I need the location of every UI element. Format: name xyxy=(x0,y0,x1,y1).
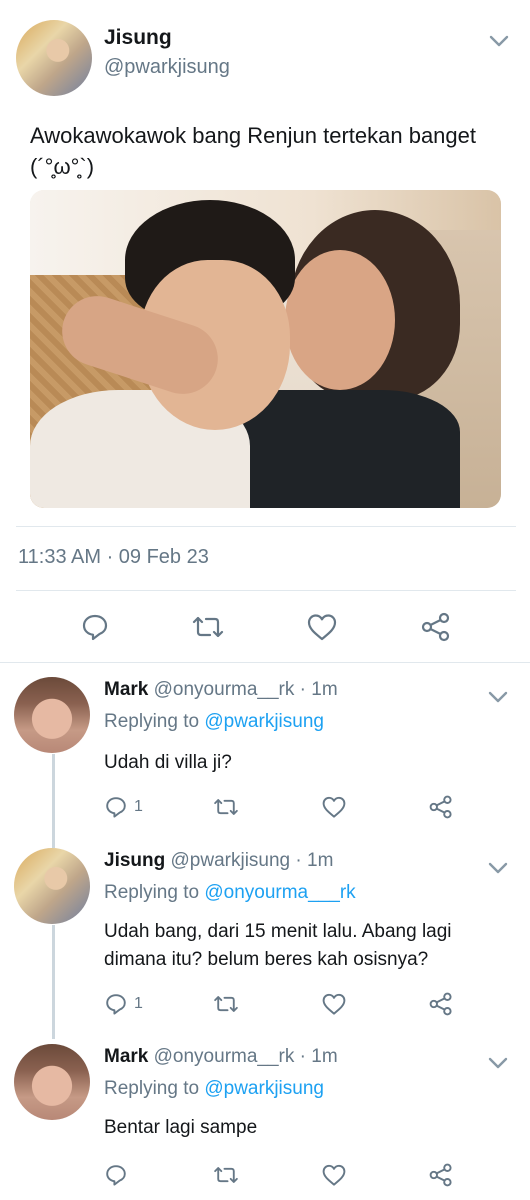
heart-icon xyxy=(321,992,347,1016)
share-icon xyxy=(420,612,452,642)
avatar[interactable] xyxy=(14,848,90,924)
retweet-icon xyxy=(212,992,240,1016)
chevron-down-icon[interactable] xyxy=(485,1050,511,1076)
replying-to: Replying to @pwarkjisung xyxy=(104,711,324,733)
reply-text: Bentar lagi sampe xyxy=(104,1117,258,1138)
retweet-button[interactable] xyxy=(212,795,240,819)
reply-icon xyxy=(104,1163,128,1187)
reply-icon xyxy=(104,795,128,819)
share-icon xyxy=(428,1163,454,1187)
reply-header: Mark @onyourma__rk · 1m xyxy=(104,1046,338,1068)
retweet-button[interactable] xyxy=(212,1163,240,1187)
reply-header: Mark @onyourma__rk · 1m xyxy=(104,679,338,701)
avatar[interactable] xyxy=(14,1044,90,1120)
like-button[interactable] xyxy=(321,1163,347,1187)
retweet-button[interactable] xyxy=(212,992,240,1016)
like-button[interactable] xyxy=(321,992,347,1016)
replying-to: Replying to @onyourma___rk xyxy=(104,882,356,904)
mention-link[interactable]: @onyourma___rk xyxy=(204,882,355,903)
reply-author-name[interactable]: Mark xyxy=(104,1046,148,1067)
heart-icon xyxy=(306,612,338,642)
reply-author-name[interactable]: Mark xyxy=(104,679,148,700)
author-name[interactable]: Jisung xyxy=(104,26,172,50)
retweet-icon xyxy=(212,1163,240,1187)
reply-author-handle[interactable]: @pwarkjisung xyxy=(171,850,291,871)
share-button[interactable] xyxy=(420,612,452,642)
reply-time: · 1m xyxy=(295,850,334,871)
replying-label: Replying to xyxy=(104,1078,200,1099)
tweet-header: Jisung @pwarkjisung xyxy=(16,20,516,100)
replying-to: Replying to @pwarkjisung xyxy=(104,1078,324,1100)
reply-time: · 1m xyxy=(299,679,338,700)
avatar[interactable] xyxy=(16,20,92,96)
reply-author-handle[interactable]: @onyourma__rk xyxy=(154,679,295,700)
chevron-down-icon[interactable] xyxy=(485,684,511,710)
retweet-icon xyxy=(190,612,226,642)
tweet-text: Awokawokawok bang Renjun tertekan banget… xyxy=(30,123,483,179)
chevron-down-icon[interactable] xyxy=(485,855,511,881)
divider xyxy=(16,526,516,527)
retweet-button[interactable] xyxy=(190,612,226,642)
reply-button[interactable]: 1 xyxy=(104,795,143,819)
reply-count: 1 xyxy=(134,798,143,815)
reply-author-name[interactable]: Jisung xyxy=(104,850,165,871)
share-button[interactable] xyxy=(428,795,454,819)
heart-icon xyxy=(321,1163,347,1187)
chevron-down-icon[interactable] xyxy=(486,28,512,54)
reply-icon xyxy=(104,992,128,1016)
share-button[interactable] xyxy=(428,1163,454,1187)
share-icon xyxy=(428,795,454,819)
share-icon xyxy=(428,992,454,1016)
mention-link[interactable]: @pwarkjisung xyxy=(204,1078,324,1099)
reply-tweet[interactable]: Mark @onyourma__rk · 1m Replying to @pwa… xyxy=(0,1044,530,1174)
replying-label: Replying to xyxy=(104,882,200,903)
divider xyxy=(16,590,516,591)
reply-button[interactable] xyxy=(80,612,110,642)
tweet-photo[interactable] xyxy=(30,190,501,508)
tweet-timestamp[interactable]: 11:33 AM · 09 Feb 23 xyxy=(18,546,209,569)
reply-header: Jisung @pwarkjisung · 1m xyxy=(104,850,333,872)
reply-text: Udah di villa ji? xyxy=(104,752,232,773)
reply-author-handle[interactable]: @onyourma__rk xyxy=(154,1046,295,1067)
retweet-icon xyxy=(212,795,240,819)
avatar[interactable] xyxy=(14,677,90,753)
reply-button[interactable]: 1 xyxy=(104,992,143,1016)
reply-count: 1 xyxy=(134,995,143,1012)
like-button[interactable] xyxy=(321,795,347,819)
replying-label: Replying to xyxy=(104,711,200,732)
heart-icon xyxy=(321,795,347,819)
reply-icon xyxy=(80,612,110,642)
reply-time: · 1m xyxy=(299,1046,338,1067)
divider xyxy=(0,662,530,663)
mention-link[interactable]: @pwarkjisung xyxy=(204,711,324,732)
reply-text: Udah bang, dari 15 menit lalu. Abang lag… xyxy=(104,921,457,970)
author-handle[interactable]: @pwarkjisung xyxy=(104,56,230,79)
reply-button[interactable] xyxy=(104,1163,128,1187)
like-button[interactable] xyxy=(306,612,338,642)
share-button[interactable] xyxy=(428,992,454,1016)
